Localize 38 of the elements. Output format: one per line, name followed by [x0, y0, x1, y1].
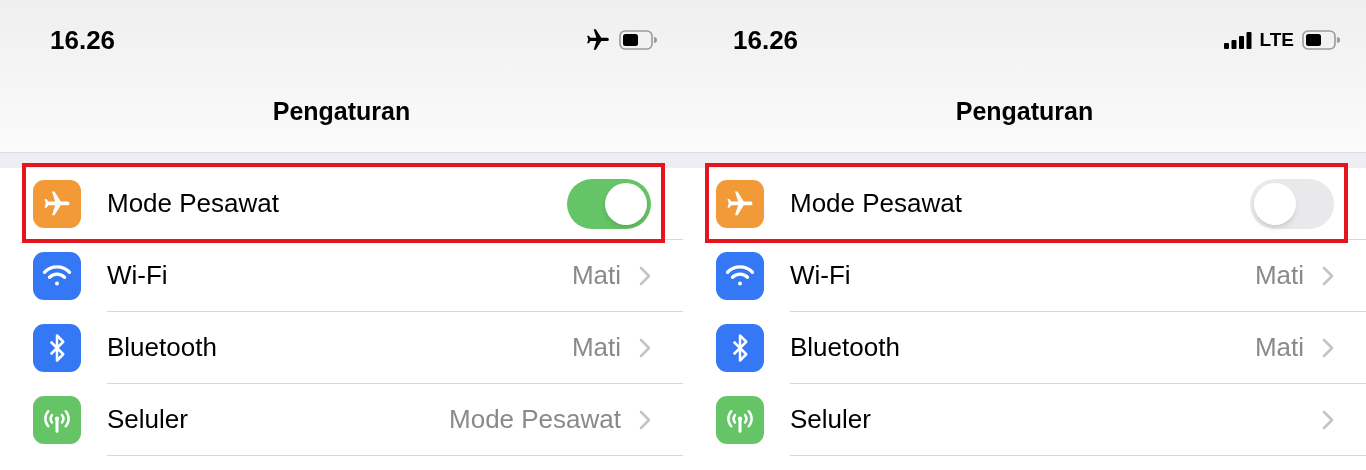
toggle-switch[interactable]: [1250, 178, 1334, 229]
status-time: 16.26: [50, 23, 116, 57]
chevron-icon: [639, 337, 651, 358]
screen-title: Pengaturan: [955, 96, 1094, 128]
chevron-icon: [639, 265, 651, 286]
settings-row[interactable]: Wi-Fi Mati: [683, 240, 1366, 312]
chevron-icon: [1322, 409, 1334, 430]
row-label: Mode Pesawat: [107, 187, 280, 220]
toggle-switch[interactable]: [567, 178, 651, 229]
settings-row[interactable]: Mode Pesawat: [683, 168, 1366, 240]
row-value: Mati: [571, 259, 621, 292]
settings-row[interactable]: Seluler: [683, 384, 1366, 456]
row-value: Mode Pesawat: [449, 403, 621, 436]
row-label: Seluler: [790, 403, 872, 436]
settings-row[interactable]: Wi-Fi Mati: [0, 240, 683, 312]
battery-icon: [619, 30, 657, 50]
settings-row[interactable]: Mode Pesawat: [0, 168, 683, 240]
row-label: Seluler: [107, 403, 189, 436]
chevron-icon: [639, 409, 651, 430]
status-time: 16.26: [733, 23, 799, 57]
row-value: Mati: [571, 331, 621, 364]
row-label: Bluetooth: [107, 331, 218, 364]
chevron-icon: [1322, 337, 1334, 358]
row-label: Bluetooth: [790, 331, 901, 364]
airplane-icon: [585, 27, 611, 53]
row-label: Wi-Fi: [790, 259, 852, 292]
screen-title: Pengaturan: [272, 96, 411, 128]
battery-icon: [1302, 30, 1340, 50]
row-label: Mode Pesawat: [790, 187, 963, 220]
settings-row[interactable]: Seluler Mode Pesawat: [0, 384, 683, 456]
signal-icon: [1223, 31, 1252, 49]
row-value: Mati: [1254, 331, 1304, 364]
chevron-icon: [1322, 265, 1334, 286]
row-label: Wi-Fi: [107, 259, 169, 292]
row-value: Mati: [1254, 259, 1304, 292]
settings-row[interactable]: Bluetooth Mati: [0, 312, 683, 384]
network-label: LTE: [1259, 27, 1294, 52]
settings-row[interactable]: Bluetooth Mati: [683, 312, 1366, 384]
